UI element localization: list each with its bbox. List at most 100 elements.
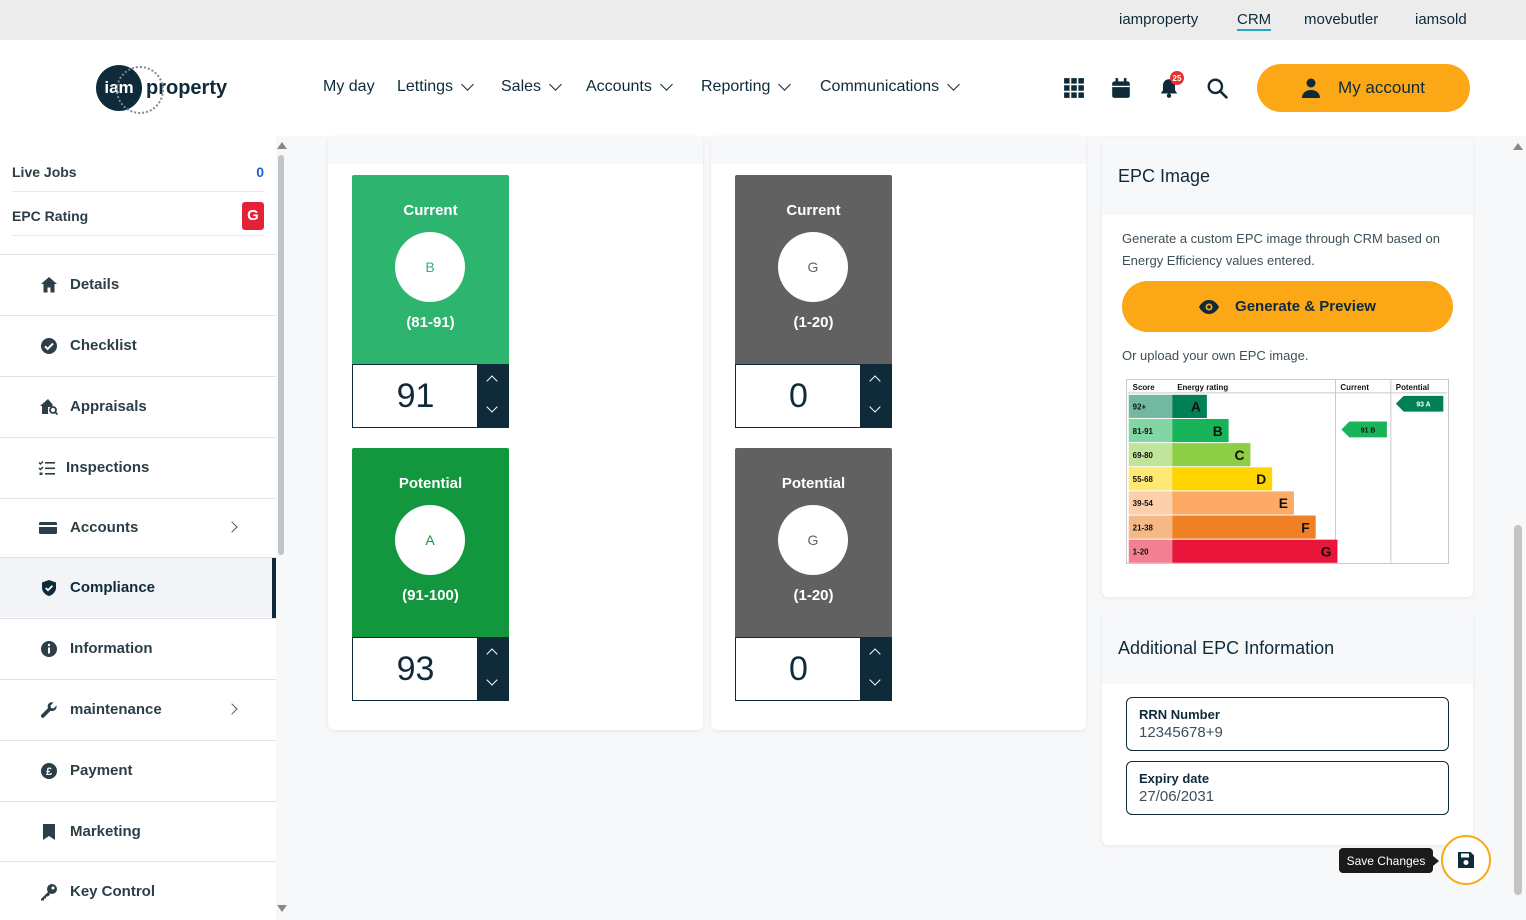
epc-band-bar xyxy=(1172,539,1338,563)
save-changes-button[interactable] xyxy=(1441,835,1491,885)
check-circle-icon xyxy=(41,338,57,354)
sidebar-item-information[interactable]: Information xyxy=(0,618,276,678)
epc-score-label: 81-91 xyxy=(1133,427,1154,436)
chevron-down-icon xyxy=(549,78,562,91)
input-value: 93 xyxy=(396,650,435,688)
nav-reporting[interactable]: Reporting xyxy=(701,78,792,96)
page-scrollbar[interactable] xyxy=(1514,525,1522,895)
generate-preview-button[interactable]: Generate & Preview xyxy=(1122,281,1453,332)
card-heading: EPC Image xyxy=(1102,138,1473,215)
apps-grid-icon[interactable] xyxy=(1063,77,1085,99)
environmental-current-card: Current G (1-20) 0 xyxy=(735,175,892,428)
property-sidebar: Live Jobs 0 EPC Rating G Details Checkli… xyxy=(0,136,276,920)
sidebar-item-label: maintenance xyxy=(70,701,162,718)
live-jobs-stat: Live Jobs 0 xyxy=(12,152,264,192)
epc-header-potential: Potential xyxy=(1396,383,1429,392)
nav-lettings[interactable]: Lettings xyxy=(397,78,474,96)
nav-label: Sales xyxy=(501,78,542,95)
sidebar-item-label: Details xyxy=(70,276,120,293)
environmental-potential-input[interactable]: 0 xyxy=(735,637,892,701)
current-rating-marker: 91 B xyxy=(1361,427,1376,434)
brand-link-crm[interactable]: CRM xyxy=(1237,11,1272,31)
chevron-down-icon xyxy=(659,78,673,91)
key-icon xyxy=(41,884,57,901)
iamproperty-logo[interactable]: iam property xyxy=(96,64,227,114)
epc-score-label: 55-68 xyxy=(1133,475,1154,484)
page-scroll-up-arrow[interactable] xyxy=(1513,143,1523,150)
card-title: Potential xyxy=(398,475,463,492)
expiry-date-field[interactable]: Expiry date 27/06/2031 xyxy=(1126,761,1449,815)
brand-link-iamsold[interactable]: iamsold xyxy=(1415,11,1467,28)
upload-hint: Or upload your own EPC image. xyxy=(1122,348,1309,363)
generate-preview-label: Generate & Preview xyxy=(1235,298,1376,315)
sidebar-item-inspections[interactable]: Inspections xyxy=(0,437,276,497)
epc-header-rating: Energy rating xyxy=(1177,383,1228,392)
my-account-button[interactable]: My account xyxy=(1257,64,1470,112)
band-range: (91-100) xyxy=(402,587,459,604)
chevron-up-icon[interactable] xyxy=(869,375,881,387)
chevron-up-icon[interactable] xyxy=(869,648,881,660)
sidebar-item-key-control[interactable]: Key Control xyxy=(0,861,276,920)
nav-accounts[interactable]: Accounts xyxy=(586,78,673,96)
user-icon xyxy=(1302,78,1321,98)
sidebar-item-label: Marketing xyxy=(70,823,141,840)
sidebar-scroll-up-arrow[interactable] xyxy=(277,142,287,149)
sidebar-item-label: Payment xyxy=(70,762,133,779)
energy-current-rating: Current B (81-91) xyxy=(352,175,509,364)
chevron-down-icon[interactable] xyxy=(869,401,881,413)
brand-link-movebutler[interactable]: movebutler xyxy=(1304,11,1378,28)
nav-my-day[interactable]: My day xyxy=(323,78,375,96)
number-stepper[interactable] xyxy=(477,638,508,700)
chevron-up-icon[interactable] xyxy=(486,648,498,660)
save-icon xyxy=(1458,852,1474,868)
sidebar-item-appraisals[interactable]: Appraisals xyxy=(0,376,276,436)
band-range: (81-91) xyxy=(406,314,455,331)
sidebar-item-compliance[interactable]: Compliance xyxy=(0,557,276,618)
chevron-down-icon[interactable] xyxy=(486,674,498,686)
input-value: 91 xyxy=(396,377,435,415)
chevron-down-icon[interactable] xyxy=(869,674,881,686)
nav-label: Lettings xyxy=(397,78,454,95)
epc-band-letter: C xyxy=(1234,447,1244,463)
energy-efficiency-panel: Current B (81-91) 91 Potential A (91-100… xyxy=(328,136,703,730)
sidebar-item-marketing[interactable]: Marketing xyxy=(0,801,276,861)
epc-score-label: 39-54 xyxy=(1133,499,1154,508)
search-icon[interactable] xyxy=(1206,77,1228,99)
band-range: (1-20) xyxy=(793,314,834,331)
energy-potential-input[interactable]: 93 xyxy=(352,637,509,701)
sidebar-scrollbar[interactable] xyxy=(278,155,284,555)
nav-communications[interactable]: Communications xyxy=(820,78,961,96)
live-jobs-count[interactable]: 0 xyxy=(256,164,264,180)
card-icon xyxy=(39,522,57,534)
epc-rating-graphic[interactable]: Score Energy rating Current Potential 92… xyxy=(1126,379,1449,564)
calendar-icon[interactable] xyxy=(1110,77,1132,99)
logo-ring xyxy=(116,66,164,114)
brand-link-iamproperty[interactable]: iamproperty xyxy=(1119,11,1198,28)
energy-potential-card: Potential A (91-100) 93 xyxy=(352,448,509,701)
epc-band-letter: B xyxy=(1213,423,1223,439)
info-icon xyxy=(41,641,57,657)
number-stepper[interactable] xyxy=(860,638,891,700)
environmental-current-input[interactable]: 0 xyxy=(735,364,892,428)
number-stepper[interactable] xyxy=(860,365,891,427)
sidebar-item-details[interactable]: Details xyxy=(0,254,276,314)
chevron-down-icon[interactable] xyxy=(486,401,498,413)
epc-band-bar xyxy=(1172,515,1316,539)
energy-current-input[interactable]: 91 xyxy=(352,364,509,428)
number-stepper[interactable] xyxy=(477,365,508,427)
live-jobs-label: Live Jobs xyxy=(12,163,77,180)
rrn-number-field[interactable]: RRN Number 12345678+9 xyxy=(1126,697,1449,751)
chevron-up-icon[interactable] xyxy=(486,375,498,387)
sidebar-scroll-down-arrow[interactable] xyxy=(277,905,287,912)
sidebar-item-payment[interactable]: £ Payment xyxy=(0,740,276,800)
epc-image-description: Generate a custom EPC image through CRM … xyxy=(1122,231,1440,268)
sidebar-item-checklist[interactable]: Checklist xyxy=(0,315,276,375)
svg-text:£: £ xyxy=(46,766,52,778)
field-value: 27/06/2031 xyxy=(1139,788,1215,805)
nav-sales[interactable]: Sales xyxy=(501,78,562,96)
sidebar-item-maintenance[interactable]: maintenance xyxy=(0,679,276,739)
epc-score-label: 92+ xyxy=(1133,403,1147,412)
input-value: 0 xyxy=(789,377,808,415)
environmental-current-rating: Current G (1-20) xyxy=(735,175,892,364)
sidebar-item-accounts[interactable]: Accounts xyxy=(0,498,276,556)
